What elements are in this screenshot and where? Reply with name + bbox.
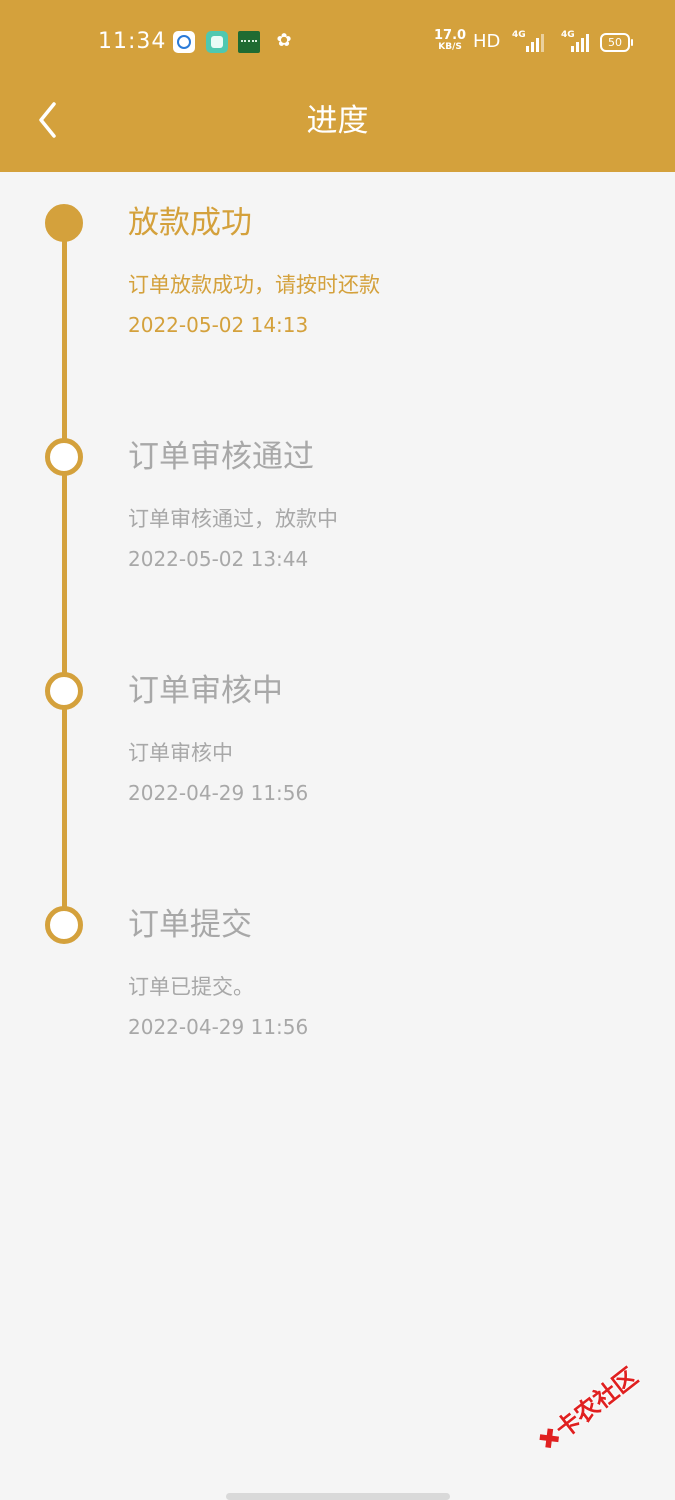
step-title: 订单审核中 — [128, 673, 283, 709]
step-time: 2022-05-02 14:13 — [128, 313, 309, 337]
step-description: 订单审核中 — [128, 741, 233, 765]
step-title: 放款成功 — [128, 205, 252, 241]
step-description: 订单放款成功，请按时还款 — [128, 273, 380, 297]
watermark-text: 卡农社区 — [550, 1362, 644, 1444]
signal-icon-sim2: 4G — [561, 30, 597, 52]
qq-browser-icon — [173, 31, 195, 53]
network-speed-unit: KB/S — [438, 42, 462, 52]
timeline-dot — [45, 906, 83, 944]
step-description: 订单审核通过，放款中 — [128, 507, 338, 531]
signal-icon-sim1: 4G — [512, 30, 548, 52]
step-time: 2022-04-29 11:56 — [128, 781, 309, 805]
bank-app-icon — [238, 31, 260, 53]
watermark-logo: ✖ 卡农社区 — [519, 1349, 655, 1480]
chat-app-icon — [206, 31, 228, 53]
header-bar: 11:34 ✿ 17.0 KB/S HD 4G 4G 50 进度 — [0, 0, 675, 172]
signal-label-sim2: 4G — [561, 30, 575, 40]
squirrel-app-icon: ✿ — [276, 30, 292, 51]
step-time: 2022-04-29 11:56 — [128, 1015, 309, 1039]
step-title: 订单提交 — [128, 907, 252, 943]
timeline-dot — [45, 438, 83, 476]
status-time: 11:34 — [98, 29, 167, 54]
timeline-dot-active — [45, 204, 83, 242]
home-indicator[interactable] — [226, 1493, 450, 1500]
timeline-line — [62, 222, 67, 926]
signal-label-sim1: 4G — [512, 30, 526, 40]
timeline-dot — [45, 672, 83, 710]
network-speed-value: 17.0 — [434, 28, 467, 43]
hd-indicator: HD — [473, 31, 501, 52]
battery-icon: 50 — [600, 33, 633, 52]
step-title: 订单审核通过 — [128, 439, 314, 475]
step-description: 订单已提交。 — [128, 975, 254, 999]
page-title: 进度 — [306, 103, 369, 139]
status-bar: 11:34 ✿ 17.0 KB/S HD 4G 4G 50 — [0, 0, 675, 84]
network-speed: 17.0 KB/S — [434, 29, 466, 52]
step-time: 2022-05-02 13:44 — [128, 547, 309, 571]
